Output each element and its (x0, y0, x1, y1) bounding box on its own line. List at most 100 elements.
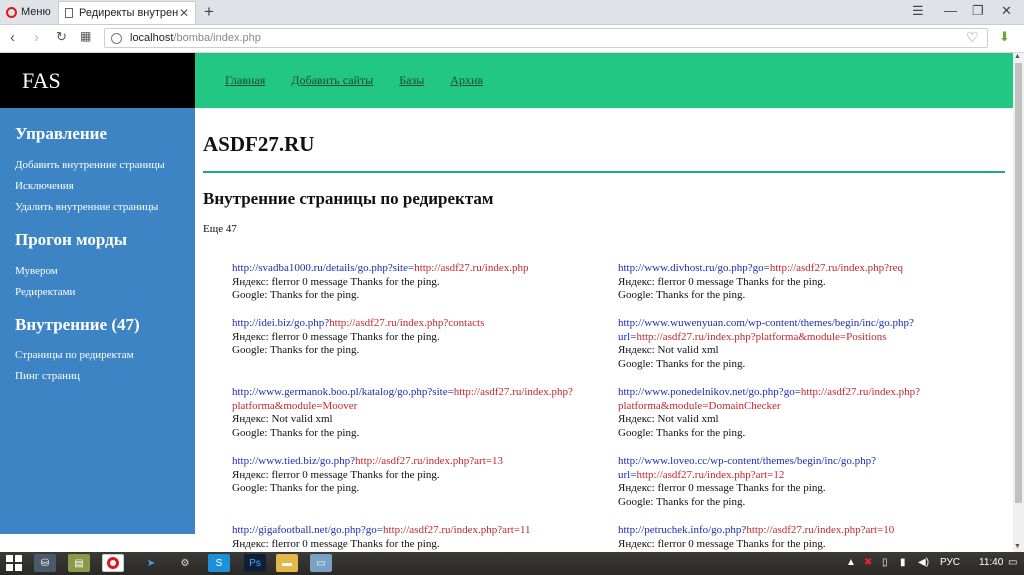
notifications-icon[interactable]: ▭ (1008, 557, 1017, 568)
tab-title: Редиректы внутренних (79, 7, 179, 19)
back-icon[interactable]: ‹ (10, 29, 15, 46)
network-tray-icon[interactable]: ▮ (900, 557, 906, 568)
yandex-status: Яндекс: Not valid xml (618, 344, 719, 356)
opera-menu-button[interactable]: Меню (0, 0, 56, 24)
target-url[interactable]: http://asdf27.ru/index.php?art=10 (746, 524, 894, 536)
new-tab-button[interactable]: + (204, 2, 214, 22)
opera-taskbar-icon[interactable] (102, 554, 124, 572)
file-explorer-icon[interactable]: ▬ (276, 554, 298, 572)
google-status: Google: Thanks for the ping. (618, 495, 746, 508)
nav-link-archive[interactable]: Архив (450, 73, 483, 88)
network-app-icon[interactable]: ⛁ (34, 554, 56, 572)
close-tab-icon[interactable]: ✕ (179, 6, 189, 20)
download-icon[interactable]: ⬇ (999, 29, 1010, 45)
google-status: Google: Thanks for the ping. (232, 344, 360, 356)
telegram-icon[interactable]: ➤ (140, 554, 162, 572)
windows-start-icon[interactable] (6, 555, 22, 571)
target-url[interactable]: http://asdf27.ru/index.php? (454, 386, 573, 398)
target-url[interactable]: http://asdf27.ru/index.php?art=11 (383, 524, 531, 536)
scroll-down-icon[interactable]: ▼ (1014, 543, 1021, 550)
redirect-url[interactable]: http://svadba1000.ru/details/go.php?site… (232, 262, 414, 274)
redirect-url[interactable]: http://www.divhost.ru/go.php?go= (618, 262, 770, 274)
sidebar-link-add-internal[interactable]: Добавить внутренние страницы (15, 159, 165, 171)
target-url-cont[interactable]: platforma&module=Moover (232, 400, 357, 412)
target-url[interactable]: http://asdf27.ru/index.php (414, 262, 528, 274)
target-url-cont[interactable]: platforma&module=DomainChecker (618, 400, 781, 412)
url-field[interactable]: localhost/bomba/index.php (104, 28, 988, 48)
window-app-icon[interactable]: ▭ (310, 554, 332, 572)
redirect-url[interactable]: http://www.tied.biz/go.php? (232, 455, 355, 467)
reload-icon[interactable]: ↻ (56, 29, 67, 45)
sidebar-link-exceptions[interactable]: Исключения (15, 180, 74, 192)
target-url[interactable]: http://asdf27.ru/index.php?req (770, 262, 903, 274)
target-url[interactable]: http://asdf27.ru/index.php?art=13 (355, 455, 503, 467)
sidebar-heading-run: Прогон морды (15, 230, 127, 249)
redirect-url[interactable]: http://gigafootball.net/go.php?go= (232, 524, 383, 536)
yandex-status: Яндекс: flerror 0 message Thanks for the… (232, 275, 440, 288)
redirect-url-cont[interactable]: url= (618, 331, 636, 343)
sidebar: Управление Добавить внутренние страницы … (0, 108, 195, 534)
sidebar-heading-internal: Внутренние (47) (15, 315, 140, 334)
forward-icon[interactable]: › (34, 29, 39, 46)
yandex-status: Яндекс: flerror 0 message Thanks for the… (618, 537, 826, 550)
clock[interactable]: 11:40 (979, 557, 1003, 568)
target-url[interactable]: http://asdf27.ru/index.php?contacts (329, 317, 484, 329)
yandex-status: Яндекс: flerror 0 message Thanks for the… (618, 482, 826, 494)
document-icon (65, 8, 73, 18)
nav-link-bases[interactable]: Базы (399, 73, 424, 88)
keyboard-language[interactable]: РУС (940, 557, 960, 568)
list-item: http://www.loveo.cc/wp-content/themes/be… (618, 455, 998, 509)
redirect-url[interactable]: http://petruchek.info/go.php? (618, 524, 746, 536)
notes-app-icon[interactable]: ▤ (68, 554, 90, 572)
list-item: http://gigafootball.net/go.php?go=http:/… (232, 524, 612, 551)
tray-expand-icon[interactable]: ▲ (846, 557, 856, 568)
redirect-url[interactable]: http://www.loveo.cc/wp-content/themes/be… (618, 455, 876, 467)
restore-icon[interactable]: ❐ (972, 3, 984, 19)
redirect-url[interactable]: http://idei.biz/go.php? (232, 317, 329, 329)
redirect-url[interactable]: http://www.ponedelnikov.net/go.php?go= (618, 386, 801, 398)
nav-link-home[interactable]: Главная (225, 73, 265, 88)
list-item: http://www.germanok.boo.pl/katalog/go.ph… (232, 386, 612, 440)
site-logo: FAS (0, 53, 195, 108)
google-status: Google: Thanks for the ping. (232, 426, 360, 439)
minimize-icon[interactable]: — (944, 3, 957, 18)
redirect-url[interactable]: http://www.germanok.boo.pl/katalog/go.ph… (232, 386, 454, 398)
list-item: http://idei.biz/go.php?http://asdf27.ru/… (232, 317, 612, 358)
redirect-url[interactable]: http://www.wuwenyuan.com/wp-content/them… (618, 317, 914, 329)
section-title: Внутренние страницы по редиректам (203, 189, 494, 208)
yandex-status: Яндекс: Not valid xml (618, 413, 719, 425)
sidebar-link-ping-pages[interactable]: Пинг страниц (15, 370, 80, 382)
speed-dial-icon[interactable]: ▦ (80, 29, 91, 43)
scrollbar-thumb[interactable] (1015, 63, 1022, 503)
sidebar-link-redirect-pages[interactable]: Страницы по редиректам (15, 349, 134, 361)
volume-icon[interactable]: ◀) (918, 557, 929, 568)
google-status: Google: Thanks for the ping. (618, 289, 746, 301)
title-divider (203, 171, 1005, 173)
antivirus-tray-icon[interactable]: ✖ (864, 557, 872, 568)
sidebar-link-delete-internal[interactable]: Удалить внутренние страницы (15, 201, 158, 213)
yandex-status: Яндекс: flerror 0 message Thanks for the… (232, 330, 440, 343)
target-url[interactable]: http://asdf27.ru/index.php? (801, 386, 920, 398)
globe-icon (111, 32, 122, 44)
usb-tray-icon[interactable]: ▯ (882, 557, 888, 568)
nav-link-add-sites[interactable]: Добавить сайты (291, 73, 373, 88)
google-status: Google: Thanks for the ping. (232, 482, 360, 494)
close-window-icon[interactable]: ✕ (1001, 3, 1012, 19)
sidebar-link-redirects[interactable]: Редиректами (15, 286, 75, 298)
tab-menu-icon[interactable]: ☰ (912, 3, 924, 19)
heart-icon[interactable]: ♡ (966, 29, 979, 46)
target-url[interactable]: http://asdf27.ru/index.php?art=12 (636, 469, 784, 481)
opera-logo-icon (107, 557, 119, 569)
google-status: Google: Thanks for the ping. (618, 357, 746, 370)
list-item: http://www.ponedelnikov.net/go.php?go=ht… (618, 386, 998, 440)
target-url[interactable]: http://asdf27.ru/index.php?platforma&mod… (636, 331, 886, 343)
redirect-url-cont[interactable]: url= (618, 469, 636, 481)
skype-icon[interactable]: S (208, 554, 230, 572)
sidebar-link-moover[interactable]: Мувером (15, 265, 58, 277)
yandex-status: Яндекс: flerror 0 message Thanks for the… (232, 537, 440, 550)
scroll-up-icon[interactable]: ▲ (1014, 53, 1021, 60)
photoshop-icon[interactable]: Ps (244, 554, 266, 572)
active-tab[interactable]: Редиректы внутренних ✕ (58, 1, 196, 24)
tools-icon[interactable]: ⚙ (174, 554, 196, 572)
menu-label: Меню (21, 6, 51, 18)
